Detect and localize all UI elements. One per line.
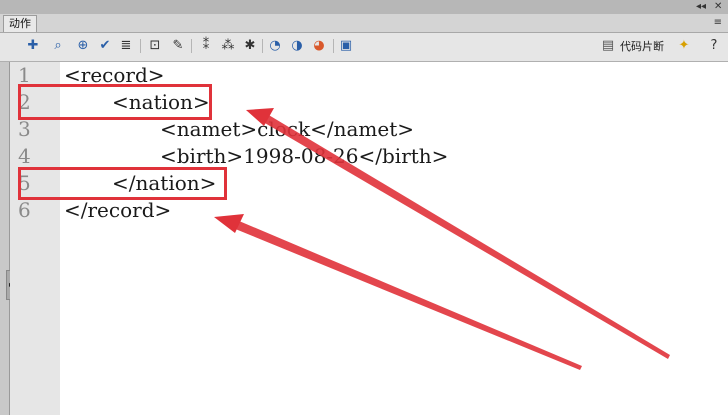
arrow-to-line-5 <box>214 214 582 370</box>
arrow-to-line-2 <box>246 108 670 359</box>
annotation-arrows <box>214 108 670 370</box>
